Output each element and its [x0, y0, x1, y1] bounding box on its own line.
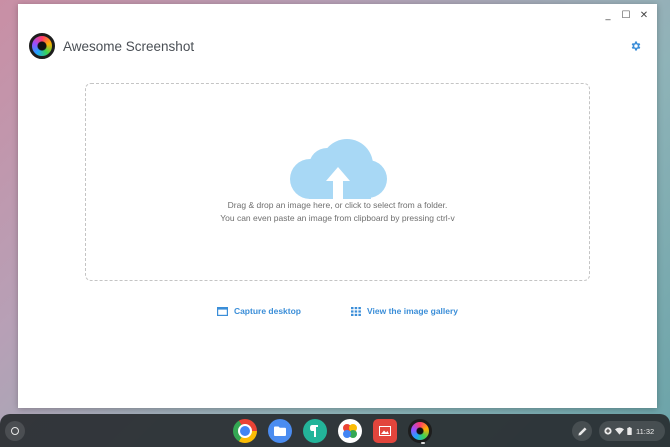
- dropzone-line-2: You can even paste an image from clipboa…: [220, 213, 455, 223]
- capture-desktop-button[interactable]: Capture desktop: [216, 306, 302, 316]
- image-dropzone[interactable]: Drag & drop an image here, or click to s…: [85, 83, 590, 281]
- chrome-center: [238, 424, 252, 438]
- chromeos-shelf: 11:32: [0, 414, 670, 447]
- app-header: Awesome Screenshot: [29, 33, 194, 59]
- running-indicator: [421, 442, 425, 444]
- folder-icon: [274, 426, 286, 436]
- pen-icon: [577, 426, 587, 436]
- gallery-icon[interactable]: [373, 419, 397, 443]
- awesome-screenshot-icon[interactable]: [408, 419, 432, 444]
- action-links: Capture desktop View the image gallery: [18, 306, 657, 316]
- window-controls: _ ☐ ✕: [601, 8, 651, 22]
- keep-icon[interactable]: [303, 419, 327, 443]
- image-icon: [379, 426, 391, 436]
- launcher-circle-icon: [11, 427, 19, 435]
- app-window: _ ☐ ✕ Awesome Screenshot Drag & drop an …: [18, 4, 657, 408]
- add-circle-icon: [604, 427, 612, 435]
- cloud-upload-icon: [290, 139, 387, 199]
- app-logo-icon: [29, 33, 55, 59]
- dropzone-line-1: Drag & drop an image here, or click to s…: [227, 200, 448, 210]
- chrome-icon[interactable]: [233, 419, 257, 443]
- capture-desktop-label: Capture desktop: [233, 306, 302, 316]
- photos-icon[interactable]: [338, 419, 362, 443]
- battery-icon: [627, 427, 632, 435]
- wifi-icon: [615, 427, 624, 435]
- maximize-button[interactable]: ☐: [619, 8, 633, 22]
- gear-icon: [631, 41, 641, 51]
- pinwheel-icon: [343, 424, 357, 438]
- clock: 11:32: [636, 426, 655, 436]
- dropzone-instructions: Drag & drop an image here, or click to s…: [86, 199, 589, 225]
- view-gallery-button[interactable]: View the image gallery: [351, 306, 458, 316]
- view-gallery-label: View the image gallery: [367, 306, 459, 316]
- launcher-button[interactable]: [5, 421, 25, 441]
- grid-icon: [351, 306, 361, 316]
- system-status-area[interactable]: 11:32: [599, 421, 665, 441]
- settings-button[interactable]: [629, 39, 643, 53]
- shelf-apps: [233, 419, 432, 444]
- stylus-tools-button[interactable]: [572, 421, 592, 441]
- files-icon[interactable]: [268, 419, 292, 443]
- window-icon: [216, 306, 228, 316]
- close-button[interactable]: ✕: [637, 8, 651, 22]
- minimize-button[interactable]: _: [601, 8, 615, 22]
- app-title: Awesome Screenshot: [63, 38, 195, 54]
- note-icon: [310, 425, 318, 437]
